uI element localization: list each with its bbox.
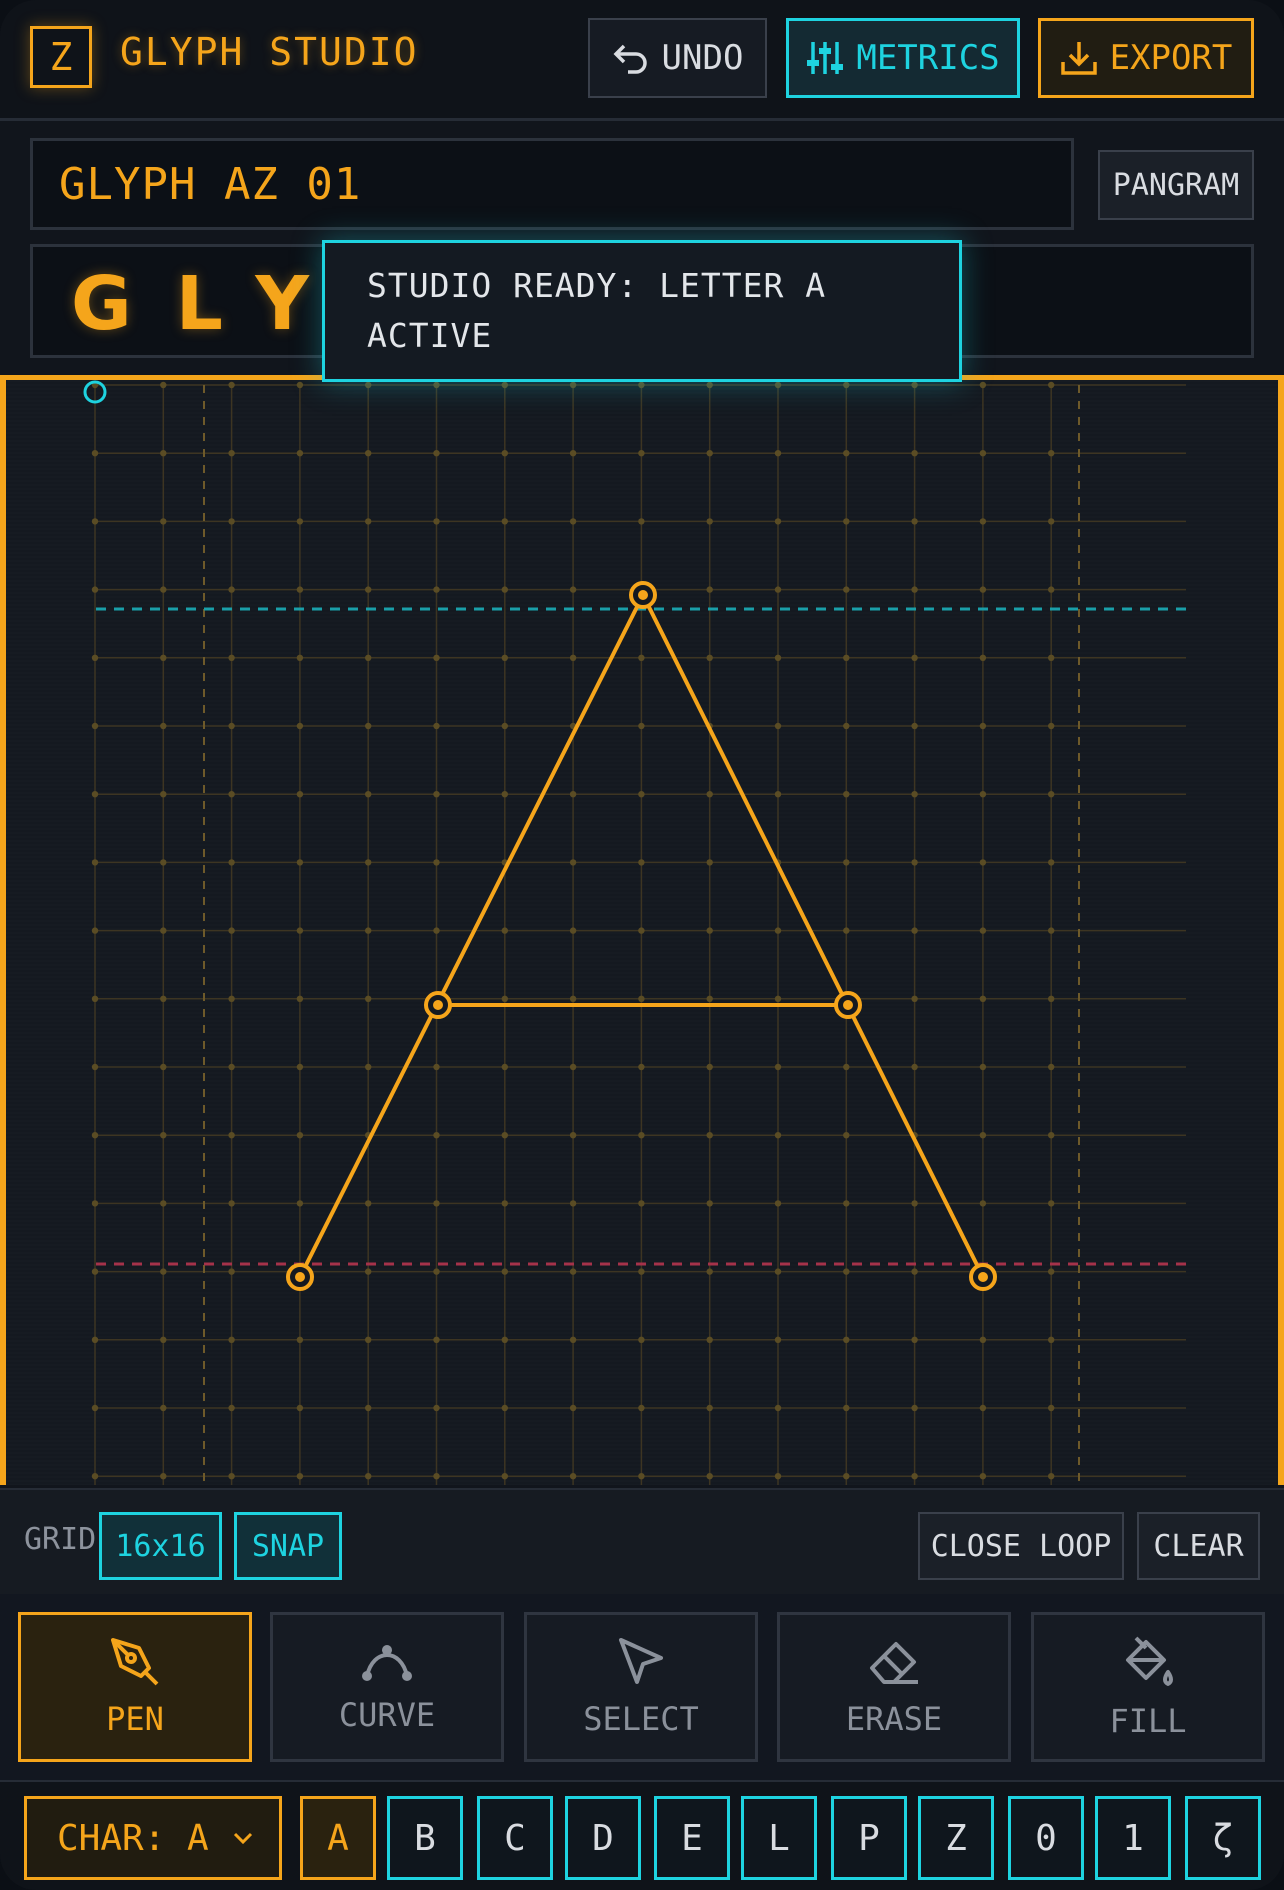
clear-button[interactable]: CLEAR	[1137, 1512, 1260, 1580]
grid-toolbar: GRID 16x16 SNAP CLOSE LOOP CLEAR	[0, 1488, 1284, 1596]
close-loop-button[interactable]: CLOSE LOOP	[918, 1512, 1124, 1580]
metrics-label: METRICS	[856, 38, 1000, 78]
download-icon	[1060, 42, 1097, 75]
sliders-icon	[807, 42, 844, 74]
app-logo: Z	[30, 26, 92, 88]
grid-size-toggle[interactable]: 16x16	[99, 1512, 222, 1580]
anchor-point[interactable]	[424, 991, 452, 1019]
tool-fill[interactable]: FILL	[1031, 1612, 1265, 1762]
anchor-point[interactable]	[969, 1263, 997, 1291]
tool-label: FILL	[1109, 1702, 1187, 1740]
undo-button[interactable]: UNDO	[588, 18, 767, 98]
glyph-canvas[interactable]	[0, 375, 1284, 1485]
tool-select[interactable]: SELECT	[524, 1612, 758, 1762]
glyph-button[interactable]: 0	[1008, 1796, 1084, 1880]
glyph-button[interactable]: 1	[1095, 1796, 1171, 1880]
chevron-down-icon	[233, 1832, 252, 1845]
undo-icon	[613, 44, 647, 74]
cursor-icon	[619, 1638, 663, 1684]
glyph-button[interactable]: Z	[918, 1796, 994, 1880]
char-select-dropdown[interactable]: CHAR: A	[24, 1796, 282, 1880]
tool-label: ERASE	[845, 1700, 943, 1738]
glyph-button[interactable]: B	[387, 1796, 463, 1880]
paint-bucket-icon	[1126, 1636, 1173, 1686]
pen-icon	[111, 1638, 159, 1686]
glyph-name-field[interactable]: GLYPH AZ 01	[30, 138, 1074, 230]
app-title: GLYPH STUDIO	[120, 30, 419, 74]
tool-label: CURVE	[338, 1696, 436, 1734]
export-label: EXPORT	[1109, 38, 1233, 78]
glyph-button[interactable]: E	[654, 1796, 730, 1880]
glyph-button[interactable]: ζ	[1185, 1796, 1261, 1880]
glyph-button[interactable]: A	[300, 1796, 376, 1880]
tool-erase[interactable]: ERASE	[777, 1612, 1011, 1762]
tool-label: PEN	[106, 1700, 164, 1738]
status-toast: STUDIO READY: LETTER A ACTIVE	[322, 240, 962, 382]
glyph-button[interactable]: C	[477, 1796, 553, 1880]
app-header: Z GLYPH STUDIO UNDO METRICS EXPORT	[0, 0, 1284, 121]
tool-pen[interactable]: PEN	[18, 1612, 252, 1762]
glyph-button[interactable]: D	[565, 1796, 641, 1880]
export-button[interactable]: EXPORT	[1038, 18, 1254, 98]
eraser-icon	[870, 1642, 918, 1684]
character-bar: CHAR: A ABCDELPZ01ζ	[0, 1782, 1284, 1890]
grid-label: GRID	[24, 1522, 97, 1557]
pangram-button[interactable]: PANGRAM	[1098, 150, 1254, 220]
tool-curve[interactable]: CURVE	[270, 1612, 504, 1762]
tool-label: SELECT	[583, 1700, 699, 1738]
char-select-label: CHAR: A	[57, 1817, 209, 1859]
anchor-point[interactable]	[629, 581, 657, 609]
preview-text: GLY	[71, 261, 353, 347]
tool-palette: PEN CURVE SELECT ERASE FILL	[0, 1594, 1284, 1782]
app-frame: Z GLYPH STUDIO UNDO METRICS EXPORT GLYPH…	[0, 0, 1284, 1890]
glyph-button[interactable]: P	[831, 1796, 907, 1880]
curve-icon	[362, 1645, 412, 1681]
undo-label: UNDO	[661, 38, 744, 78]
canvas-grid	[6, 380, 1278, 1485]
glyph-button[interactable]: L	[741, 1796, 817, 1880]
snap-toggle[interactable]: SNAP	[234, 1512, 342, 1580]
metrics-button[interactable]: METRICS	[786, 18, 1020, 98]
anchor-point[interactable]	[834, 991, 862, 1019]
anchor-point[interactable]	[286, 1263, 314, 1291]
